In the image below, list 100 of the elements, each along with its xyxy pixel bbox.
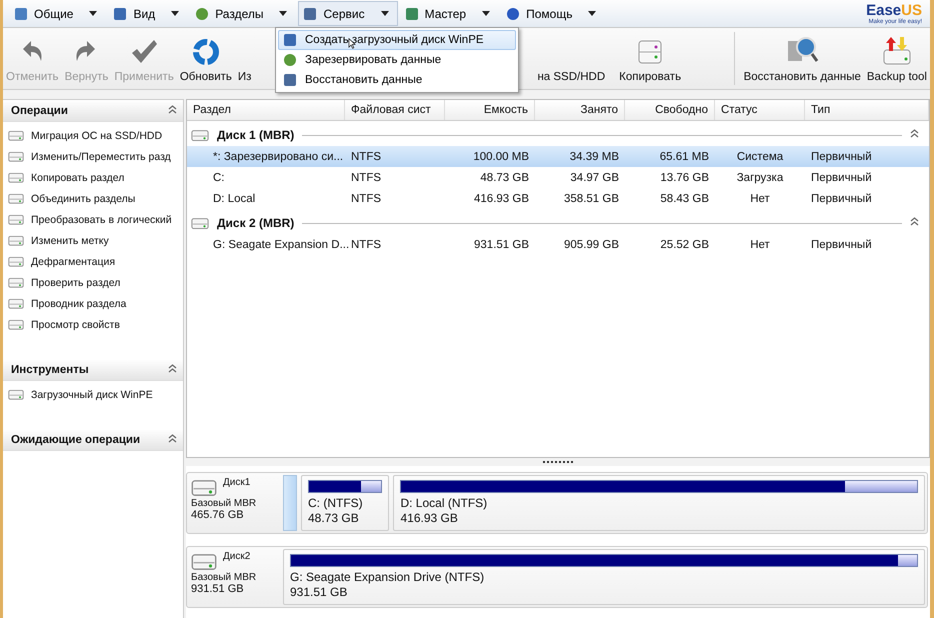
drive-icon	[8, 297, 24, 310]
drive-icon	[8, 150, 24, 163]
table-cell-text: NTFS	[350, 150, 382, 162]
menu-item[interactable]: Общие	[9, 1, 106, 26]
partition-size: 416.93 GB	[400, 511, 459, 526]
table-cell-text: Первичный	[810, 192, 873, 204]
column-header[interactable]: Файловая сист	[345, 100, 445, 120]
menu-icon	[404, 6, 419, 20]
drive-icon	[8, 318, 24, 331]
sidebar-item[interactable]: Преобразовать в логический	[3, 209, 183, 230]
table-cell-text: *: Зарезервировано си...	[212, 150, 344, 162]
menu-option[interactable]: Зарезервировать данные	[278, 50, 516, 70]
collapse-icon[interactable]	[910, 217, 919, 226]
sidebar-item[interactable]: Копировать раздел	[3, 167, 183, 188]
disk-name: Диск2	[223, 551, 252, 564]
partition-block[interactable]: D: Local (NTFS) 416.93 GB	[393, 475, 925, 531]
drive-icon	[8, 255, 24, 268]
sidebar-item[interactable]: Миграция ОС на SSD/HDD	[3, 125, 183, 146]
table-cell-text: 48.73 GB	[479, 172, 530, 184]
collapse-icon[interactable]	[168, 104, 177, 114]
section-title: Ожидающие операции	[11, 434, 140, 446]
table-cell-text: 34.39 MB	[568, 150, 620, 162]
table-cell-text: 65.61 MB	[658, 150, 710, 162]
table-cell-text: 100.00 MB	[472, 150, 530, 162]
menu-option[interactable]: Восстановить данные	[278, 70, 516, 90]
menu-icon	[283, 73, 297, 87]
column-header[interactable]: Емкость	[445, 100, 535, 120]
caret-icon[interactable]	[482, 11, 490, 16]
table-cell-text: Система	[736, 150, 784, 162]
menu-icon	[14, 6, 28, 20]
section-header[interactable]: Инструменты	[3, 359, 183, 381]
column-header[interactable]: Раздел	[187, 100, 345, 120]
table-cell-text: Нет	[749, 192, 771, 204]
table-cell-text: 358.51 GB	[563, 192, 620, 204]
table-cell-text: 34.97 GB	[569, 172, 620, 184]
table-row[interactable]: G: Seagate Expansion D...NTFS 931.51 GB 905.99 GB 25.52 GB Нет Первичный	[187, 234, 929, 255]
disk-name: Диск1	[223, 477, 252, 490]
menu-icon	[303, 6, 318, 20]
section-header[interactable]: Ожидающие операции	[3, 429, 183, 451]
sidebar-item[interactable]: Проводник раздела	[3, 293, 183, 314]
table-row[interactable]: D: Local NTFS 416.93 GB 358.51 GB 58.43 GB Нет Первичный	[187, 188, 929, 209]
menu-icon	[506, 6, 520, 20]
table-row[interactable]: C: NTFS 48.73 GB 34.97 GB 13.76 GB Загрузка Первичный	[187, 167, 929, 188]
column-header[interactable]: Статус	[715, 100, 805, 120]
partition-label: C: (NTFS)	[308, 496, 364, 511]
sidebar-item[interactable]: Загрузочный диск WinPE	[3, 384, 183, 405]
section-header[interactable]: Операции	[3, 100, 183, 122]
caret-icon[interactable]	[171, 11, 180, 16]
menu-option[interactable]: Создать загрузочный диск WinPE	[278, 30, 516, 50]
menu-item[interactable]: Помощь	[501, 1, 606, 26]
menu-item[interactable]: Вид	[108, 1, 188, 26]
disk-title: Диск 2 (MBR)	[217, 216, 294, 230]
toolbar-button[interactable]: Backup tool	[864, 28, 930, 89]
table-cell-text: 931.51 GB	[473, 238, 530, 250]
splitter-handle[interactable]	[541, 460, 575, 464]
caret-icon[interactable]	[380, 11, 389, 16]
toolbar-button[interactable]: Копировать	[616, 28, 684, 89]
partition-label: G: Seagate Expansion Drive (NTFS)	[290, 570, 486, 585]
table-cell-text: 13.76 GB	[659, 172, 710, 184]
toolbar-button[interactable]: на SSD/HDD	[534, 28, 608, 89]
partition-block[interactable]: G: Seagate Expansion Drive (NTFS) 931.51 GB	[283, 549, 925, 605]
caret-icon[interactable]	[89, 11, 98, 16]
table-row[interactable]: *: Зарезервировано си... NTFS 100.00 MB 34.39 MB 65.61 MB Система Первичный	[187, 146, 929, 167]
caret-icon[interactable]	[588, 11, 596, 16]
drive-icon	[8, 171, 24, 184]
column-header[interactable]: Тип	[805, 100, 929, 120]
menu-item[interactable]: Мастер	[400, 1, 500, 26]
toolbar-button[interactable]: Восстановить данные	[740, 28, 864, 89]
sidebar-item[interactable]: Объединить разделы	[3, 188, 183, 209]
toolbar-button[interactable]: Из	[234, 28, 254, 89]
toolbar-button[interactable]: Обновить	[176, 28, 235, 89]
drive-icon	[8, 276, 24, 289]
section-title: Операции	[11, 104, 68, 116]
table-cell-text: 25.52 GB	[659, 238, 710, 250]
sidebar-item[interactable]: Просмотр свойств	[3, 314, 183, 335]
collapse-icon[interactable]	[168, 364, 177, 372]
sidebar-item[interactable]: Проверить раздел	[3, 272, 183, 293]
menu-icon	[283, 33, 297, 47]
caret-icon[interactable]	[279, 11, 288, 16]
disk-title: Диск 1 (MBR)	[217, 128, 294, 142]
table-cell-text: 905.99 GB	[563, 238, 620, 250]
column-header[interactable]: Свободно	[625, 100, 715, 120]
drive-icon	[8, 192, 24, 205]
partition-block[interactable]: C: (NTFS) 48.73 GB	[301, 475, 390, 531]
column-header[interactable]: Занято	[535, 100, 625, 120]
disk-size: 465.76 GB	[191, 508, 245, 521]
collapse-icon[interactable]	[910, 129, 919, 138]
menu-item[interactable]: Разделы	[190, 1, 296, 26]
table-cell-text: 58.43 GB	[659, 192, 710, 204]
disk-type: Базовый MBR	[191, 572, 258, 583]
partition-size: 48.73 GB	[308, 511, 360, 526]
sidebar-item[interactable]: Изменить/Переместить разд	[3, 146, 183, 167]
table-cell-text: NTFS	[350, 172, 382, 184]
table-cell-text: D: Local	[212, 192, 256, 204]
menu-item[interactable]: Сервис	[298, 1, 398, 26]
sidebar-item[interactable]: Дефрагментация	[3, 251, 183, 272]
collapse-icon[interactable]	[168, 434, 177, 442]
disk-size: 931.51 GB	[191, 582, 245, 595]
menu-icon	[283, 53, 297, 67]
sidebar-item[interactable]: Изменить метку	[3, 230, 183, 251]
